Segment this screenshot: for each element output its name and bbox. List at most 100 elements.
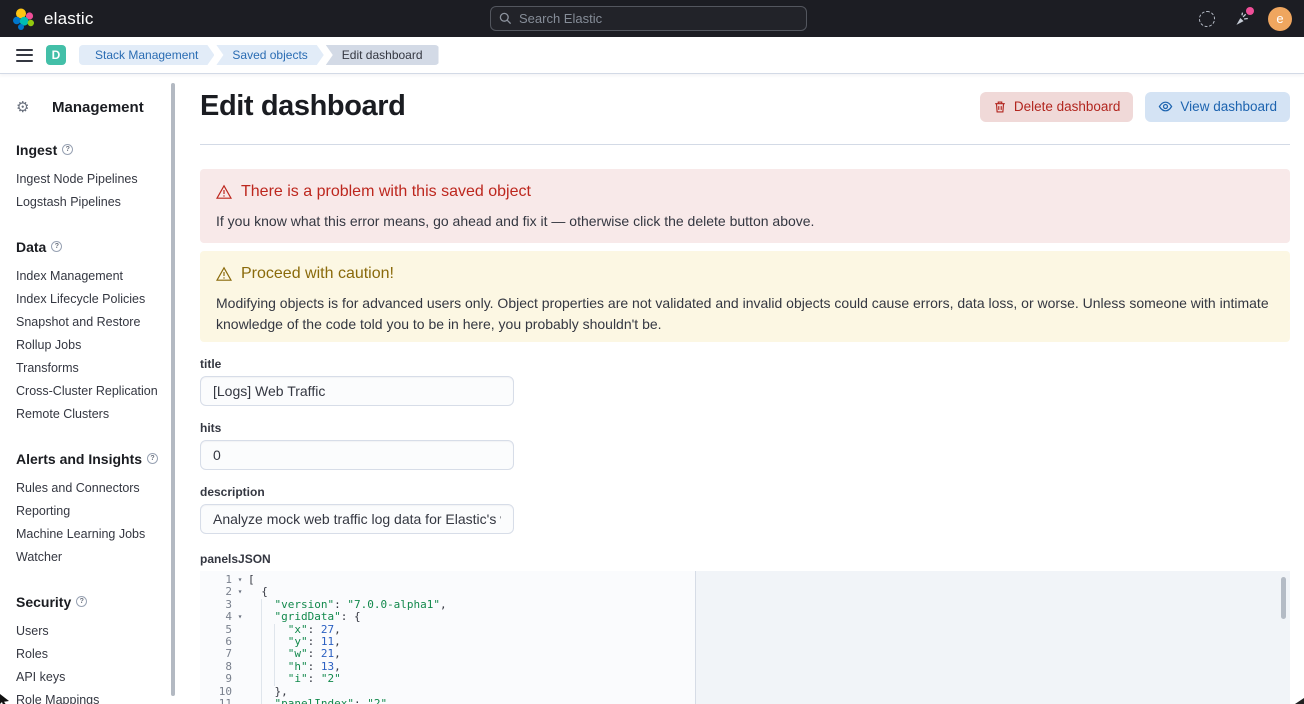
breadcrumbs: Stack ManagementSaved objectsEdit dashbo… [79, 45, 439, 65]
sidebar-item-roles[interactable]: Roles [16, 642, 168, 665]
code-text: }, [248, 686, 1290, 698]
breadcrumb-bar: D Stack ManagementSaved objectsEdit dash… [0, 37, 1304, 74]
sidebar-section-title: Ingest? [16, 142, 168, 158]
breadcrumb-stack-management[interactable]: Stack Management [79, 45, 214, 65]
code-text: "i": "2" [248, 673, 1290, 685]
fold-spacer [232, 599, 248, 611]
editor-scrollbar[interactable] [1281, 577, 1286, 619]
warning-triangle-icon [216, 266, 232, 282]
header-right: e [1198, 0, 1292, 37]
hits-field-input[interactable] [200, 440, 514, 470]
sidebar-section-data: Data? Index ManagementIndex Lifecycle Pol… [16, 239, 168, 425]
elastic-logo[interactable]: elastic [12, 7, 94, 31]
breadcrumb-saved-objects[interactable]: Saved objects [216, 45, 323, 65]
sidebar-item-remote-clusters[interactable]: Remote Clusters [16, 402, 168, 425]
space-badge[interactable]: D [46, 45, 66, 65]
sidebar-item-transforms[interactable]: Transforms [16, 356, 168, 379]
sidebar-section-security: Security?UsersRolesAPI keysRole Mappings [16, 594, 168, 704]
code-line: 4▾"gridData": { [200, 611, 1290, 623]
panelsjson-label: panelsJSON [200, 552, 1290, 566]
line-number: 7 [200, 648, 232, 660]
code-text: "w": 21, [248, 648, 1290, 660]
delete-dashboard-button[interactable]: Delete dashboard [980, 92, 1134, 122]
fold-spacer [232, 686, 248, 698]
sidebar-item-api-keys[interactable]: API keys [16, 665, 168, 688]
global-search[interactable] [490, 6, 807, 31]
sidebar-item-rules-and-connectors[interactable]: Rules and Connectors [16, 476, 168, 499]
sidebar-section-alerts-and-insights: Alerts and Insights? Rules and Connectors… [16, 451, 168, 568]
error-callout: There is a problem with this saved objec… [200, 169, 1290, 243]
sidebar-nav: Ingest? Ingest Node PipelinesLogstash Pip… [16, 142, 168, 704]
breadcrumb-edit-dashboard: Edit dashboard [326, 45, 439, 65]
sidebar-item-watcher[interactable]: Watcher [16, 545, 168, 568]
line-number: 4 [200, 611, 232, 623]
code-line: 7 "w": 21, [200, 648, 1290, 660]
sidebar-item-index-management[interactable]: Index Management [16, 264, 168, 287]
description-field-input[interactable] [200, 504, 514, 534]
search-input[interactable] [519, 11, 798, 26]
code-line: 9 "i": "2" [200, 673, 1290, 685]
sidebar-scrollbar[interactable] [171, 83, 175, 696]
deployment-icon [1199, 11, 1215, 27]
code-text: "y": 11, [248, 636, 1290, 648]
sidebar-item-users[interactable]: Users [16, 619, 168, 642]
title-field-label: title [200, 357, 514, 371]
sidebar-item-role-mappings[interactable]: Role Mappings [16, 688, 168, 704]
app-header: elastic e [0, 0, 1304, 37]
line-number: 9 [200, 673, 232, 685]
hits-field-label: hits [200, 421, 514, 435]
sidebar-item-logstash-pipelines[interactable]: Logstash Pipelines [16, 190, 168, 213]
sidebar-item-ingest-node-pipelines[interactable]: Ingest Node Pipelines [16, 167, 168, 190]
description-field-label: description [200, 485, 514, 499]
sidebar-title: Management [52, 99, 144, 116]
line-number: 2 [200, 586, 232, 598]
fold-toggle-icon[interactable]: ▾ [232, 611, 248, 623]
fold-spacer [232, 636, 248, 648]
code-text: "x": 27, [248, 624, 1290, 636]
code-line: 1▾[ [200, 574, 1290, 586]
elastic-logo-icon [12, 7, 36, 31]
code-line: 3"version": "7.0.0-alpha1", [200, 599, 1290, 611]
sidebar-section-title: Data? [16, 239, 168, 255]
panelsjson-editor[interactable]: 1▾[2▾{3"version": "7.0.0-alpha1",4▾"grid… [200, 571, 1290, 704]
sidebar-item-machine-learning-jobs[interactable]: Machine Learning Jobs [16, 522, 168, 545]
brand-text: elastic [44, 9, 94, 29]
line-number: 11 [200, 698, 232, 704]
sidebar-header: ⚙ Management [16, 98, 168, 116]
deployment-button[interactable] [1198, 10, 1216, 28]
user-avatar[interactable]: e [1268, 7, 1292, 31]
code-line: 8"h": 13, [200, 661, 1290, 673]
sidebar-item-snapshot-and-restore[interactable]: Snapshot and Restore [16, 310, 168, 333]
menu-toggle-button[interactable] [16, 49, 33, 62]
fold-spacer [232, 648, 248, 660]
fold-spacer [232, 624, 248, 636]
fold-toggle-icon[interactable]: ▾ [232, 574, 248, 586]
trash-icon [993, 100, 1007, 114]
field-title: title [200, 357, 514, 406]
search-icon [499, 12, 512, 25]
sidebar-item-reporting[interactable]: Reporting [16, 499, 168, 522]
code-text: "panelIndex": "2", [248, 698, 1290, 704]
view-dashboard-button[interactable]: View dashboard [1145, 92, 1290, 122]
field-description: description [200, 485, 514, 534]
notification-dot [1246, 7, 1254, 15]
code-line: 5"x": 27, [200, 624, 1290, 636]
eye-icon [1158, 99, 1173, 114]
field-hits: hits [200, 421, 514, 470]
sidebar-item-rollup-jobs[interactable]: Rollup Jobs [16, 333, 168, 356]
fold-spacer [232, 673, 248, 685]
title-field-input[interactable] [200, 376, 514, 406]
sidebar-section-title: Alerts and Insights? [16, 451, 168, 467]
sidebar-item-index-lifecycle-policies[interactable]: Index Lifecycle Policies [16, 287, 168, 310]
sidebar-item-cross-cluster-replication[interactable]: Cross-Cluster Replication [16, 379, 168, 402]
main-content: Edit dashboard Delete dashboard [176, 75, 1304, 704]
newsfeed-button[interactable] [1233, 10, 1251, 28]
help-icon: ? [76, 596, 87, 607]
fold-toggle-icon[interactable]: ▾ [232, 586, 248, 598]
gear-icon: ⚙ [16, 98, 31, 116]
fold-spacer [232, 661, 248, 673]
help-icon: ? [62, 144, 73, 155]
warning-callout: Proceed with caution! Modifying objects … [200, 251, 1290, 342]
code-line: 11 "panelIndex": "2", [200, 698, 1290, 704]
code-text: "version": "7.0.0-alpha1", [248, 599, 1290, 611]
